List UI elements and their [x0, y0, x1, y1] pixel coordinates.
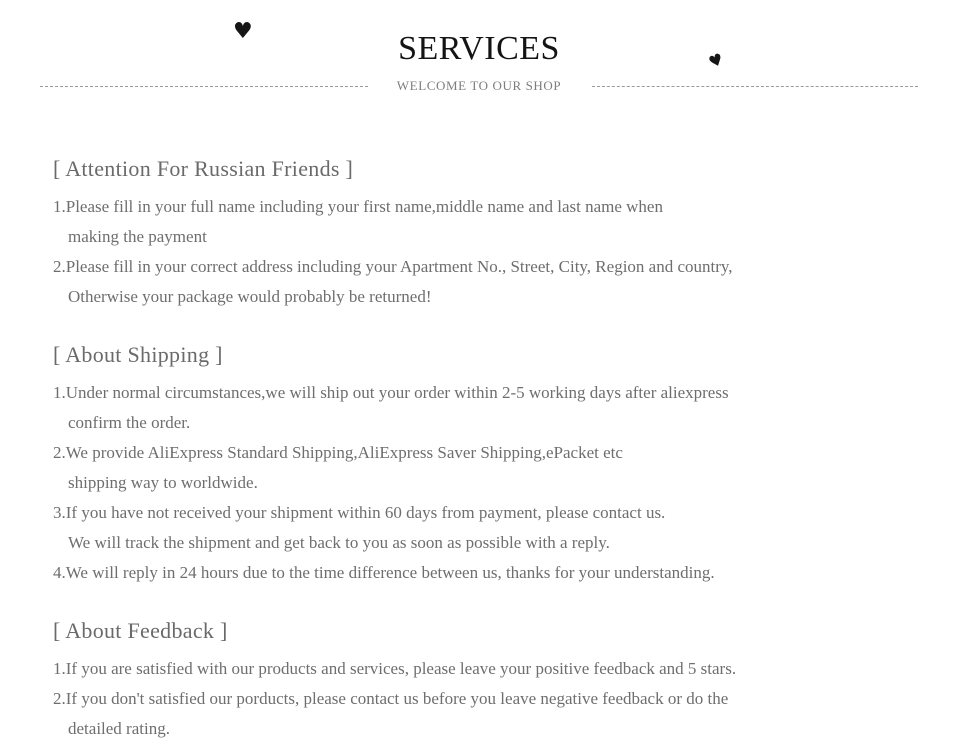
- item-line-continuation: detailed rating.: [68, 719, 170, 738]
- list-item: 2.We provide AliExpress Standard Shippin…: [53, 438, 958, 498]
- section-heading: [ Attention For Russian Friends ]: [53, 156, 354, 181]
- item-line-continuation: confirm the order.: [68, 413, 191, 432]
- list-item: 2.If you don't satisfied our porducts, p…: [53, 684, 958, 744]
- list-item: 1.If you are satisfied with our products…: [53, 654, 958, 684]
- section-item-list: 1.If you are satisfied with our products…: [0, 654, 958, 744]
- page-title: SERVICES: [398, 30, 560, 67]
- list-item: 4.We will reply in 24 hours due to the t…: [53, 558, 958, 588]
- item-line-continuation: shipping way to worldwide.: [68, 473, 258, 492]
- item-line: 1.Please fill in your full name includin…: [53, 197, 663, 216]
- item-line: 1.Under normal circumstances,we will shi…: [53, 383, 729, 402]
- section-heading: [ About Shipping ]: [53, 342, 223, 367]
- item-line: 2.We provide AliExpress Standard Shippin…: [53, 443, 623, 462]
- item-line-continuation: Otherwise your package would probably be…: [68, 287, 432, 306]
- item-line-continuation: making the payment: [68, 227, 207, 246]
- item-line: 3.If you have not received your shipment…: [53, 503, 666, 522]
- item-line: 1.If you are satisfied with our products…: [53, 659, 737, 678]
- item-line: 4.We will reply in 24 hours due to the t…: [53, 563, 715, 582]
- item-line: 2.Please fill in your correct address in…: [53, 257, 733, 276]
- list-item: 1.Under normal circumstances,we will shi…: [53, 378, 958, 438]
- section-item-list: 1.Under normal circumstances,we will shi…: [0, 378, 958, 588]
- section-attention: [ Attention For Russian Friends ] 1.Plea…: [0, 120, 958, 312]
- item-line: 2.If you don't satisfied our porducts, p…: [53, 689, 729, 708]
- page-subtitle: WELCOME TO OUR SHOP: [396, 78, 562, 93]
- section-shipping: [ About Shipping ] 1.Under normal circum…: [0, 336, 958, 588]
- section-item-list: 1.Please fill in your full name includin…: [0, 192, 958, 312]
- item-line-continuation: We will track the shipment and get back …: [68, 533, 610, 552]
- list-item: 2.Please fill in your correct address in…: [53, 252, 958, 312]
- section-heading: [ About Feedback ]: [53, 618, 228, 643]
- list-item: 1.Please fill in your full name includin…: [53, 192, 958, 252]
- page-header: ♥ ♥ SERVICES WELCOME TO OUR SHOP: [0, 0, 958, 120]
- services-info-page: ♥ ♥ SERVICES WELCOME TO OUR SHOP [ Atten…: [0, 0, 958, 752]
- section-feedback: [ About Feedback ] 1.If you are satisfie…: [0, 612, 958, 744]
- list-item: 3.If you have not received your shipment…: [53, 498, 958, 558]
- page-content: [ Attention For Russian Friends ] 1.Plea…: [0, 120, 958, 744]
